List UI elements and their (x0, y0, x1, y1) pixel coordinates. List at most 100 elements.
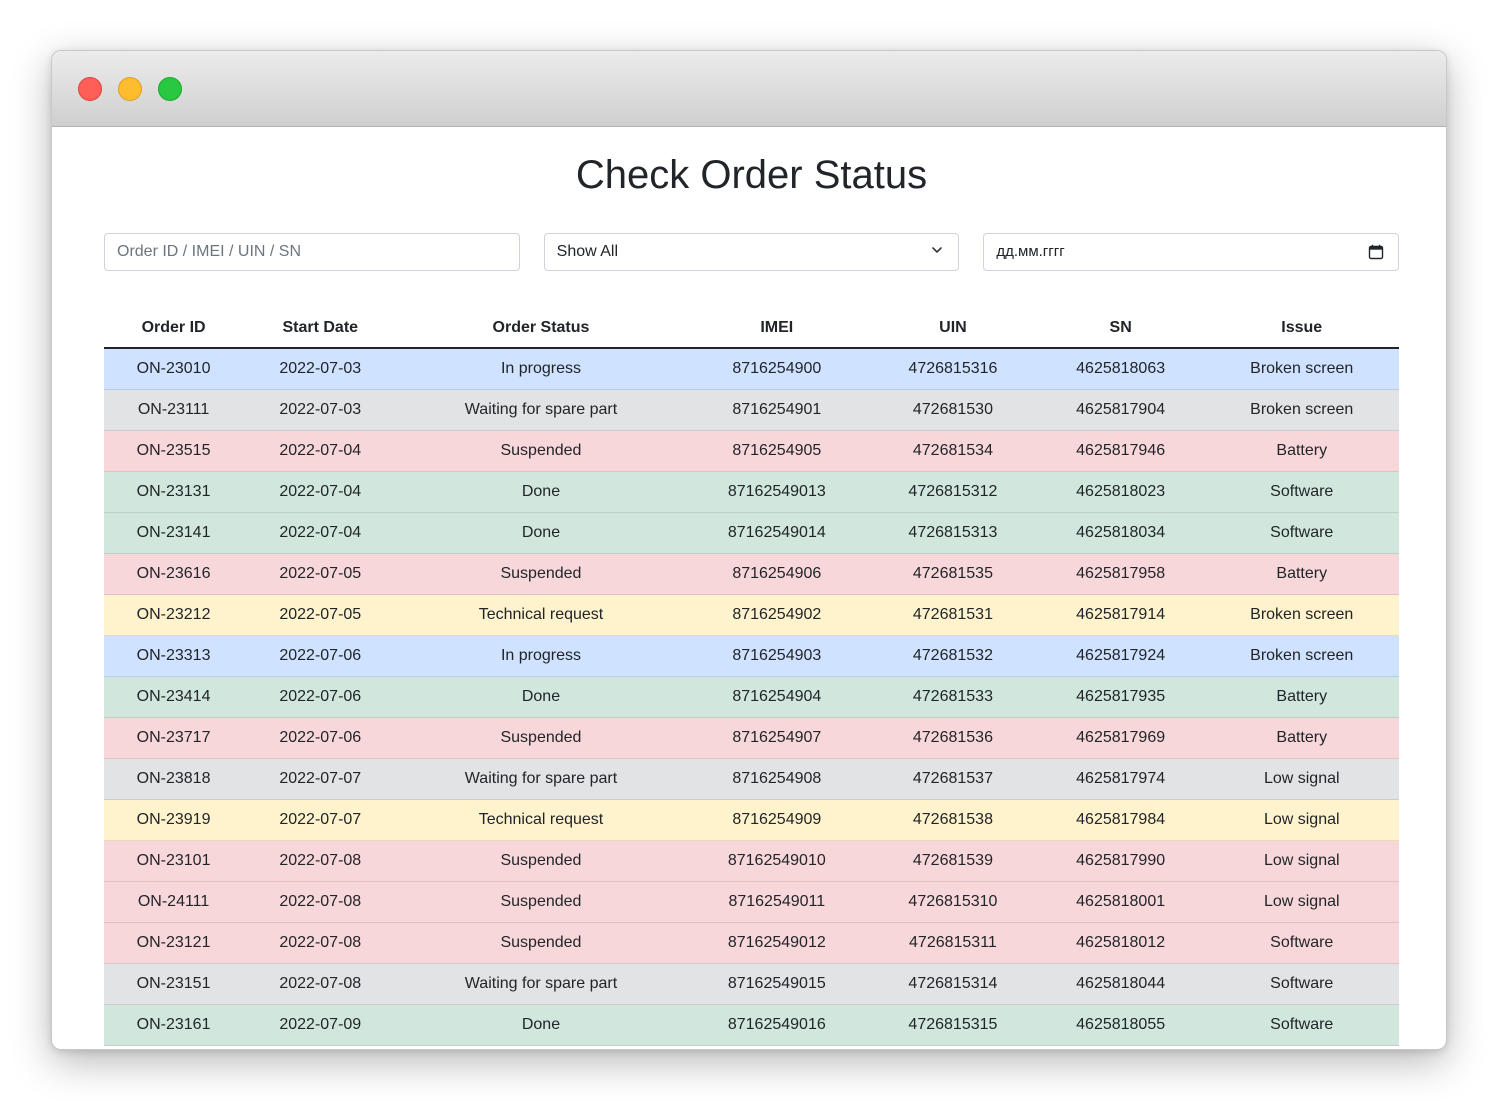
cell-sn: 4625818012 (1036, 922, 1205, 964)
table-row[interactable]: ON-23101 2022-07-08 Suspended 87162549010 47… (104, 840, 1399, 882)
filter-bar: Show All дд.мм.гггг (104, 233, 1400, 271)
cell-start-date: 2022-07-07 (243, 799, 398, 841)
search-input[interactable] (105, 234, 519, 270)
cell-sn: 4625817935 (1036, 676, 1205, 718)
cell-sn: 4625817924 (1036, 635, 1205, 677)
cell-order-status: Done (397, 512, 685, 554)
cell-imei: 8716254904 (684, 676, 870, 718)
table-row[interactable]: ON-23121 2022-07-08 Suspended 87162549012 47… (104, 922, 1399, 964)
table-body: ON-23010 2022-07-03 In progress 8716254900 4… (104, 348, 1399, 1046)
chevron-down-icon (932, 247, 943, 253)
cell-imei: 8716254907 (684, 717, 870, 759)
cell-order-status: Technical request (397, 594, 685, 636)
cell-start-date: 2022-07-06 (243, 676, 398, 718)
cell-order-id: ON-23131 (104, 471, 244, 513)
cell-imei: 8716254908 (684, 758, 870, 800)
cell-sn: 4625818034 (1036, 512, 1205, 554)
page-content: Check Order Status Show All дд.мм.гггг (52, 151, 1446, 1046)
cell-issue: Battery (1204, 676, 1399, 718)
cell-issue: Software (1204, 922, 1399, 964)
table-row[interactable]: ON-23414 2022-07-06 Done 8716254904 47268153… (104, 676, 1399, 718)
cell-start-date: 2022-07-03 (243, 348, 398, 390)
cell-issue: Battery (1204, 717, 1399, 759)
table-row[interactable]: ON-23515 2022-07-04 Suspended 8716254905 472… (104, 430, 1399, 472)
cell-start-date: 2022-07-05 (243, 594, 398, 636)
table-row[interactable]: ON-23151 2022-07-08 Waiting for spare part… (104, 963, 1399, 1005)
table-row[interactable]: ON-23141 2022-07-04 Done 87162549014 4726815… (104, 512, 1399, 554)
table-row[interactable]: ON-23919 2022-07-07 Technical request 87162… (104, 799, 1399, 841)
cell-order-status: Done (397, 1004, 685, 1046)
cell-order-status: Waiting for spare part (397, 758, 685, 800)
cell-imei: 87162549014 (684, 512, 870, 554)
cell-uin: 472681532 (869, 635, 1037, 677)
table-row[interactable]: ON-23313 2022-07-06 In progress 8716254903 4… (104, 635, 1399, 677)
table-row[interactable]: ON-23111 2022-07-03 Waiting for spare part… (104, 389, 1399, 431)
cell-order-id: ON-23515 (104, 430, 244, 472)
cell-uin: 4726815310 (869, 881, 1037, 923)
column-header-sn: SN (1036, 308, 1205, 349)
cell-uin: 472681536 (869, 717, 1037, 759)
column-header-issue: Issue (1204, 308, 1399, 349)
cell-imei: 8716254905 (684, 430, 870, 472)
maximize-window-button[interactable] (158, 77, 182, 101)
cell-sn: 4625818055 (1036, 1004, 1205, 1046)
cell-start-date: 2022-07-03 (243, 389, 398, 431)
cell-sn: 4625817958 (1036, 553, 1205, 595)
table-row[interactable]: ON-23010 2022-07-03 In progress 8716254900 4… (104, 348, 1399, 390)
cell-imei: 87162549013 (684, 471, 870, 513)
calendar-icon[interactable] (1368, 244, 1384, 260)
cell-order-status: Suspended (397, 553, 685, 595)
cell-sn: 4625818044 (1036, 963, 1205, 1005)
cell-order-id: ON-23414 (104, 676, 244, 718)
cell-issue: Broken screen (1204, 635, 1399, 677)
date-field[interactable]: дд.мм.гггг (983, 233, 1400, 271)
status-select[interactable]: Show All (543, 233, 960, 271)
cell-imei: 8716254906 (684, 553, 870, 595)
orders-table: Order ID Start Date Order Status IMEI UIN SN I… (104, 308, 1399, 1046)
cell-start-date: 2022-07-04 (243, 430, 398, 472)
cell-order-status: Done (397, 471, 685, 513)
cell-uin: 472681535 (869, 553, 1037, 595)
cell-issue: Broken screen (1204, 348, 1399, 390)
cell-uin: 4726815313 (869, 512, 1037, 554)
table-row[interactable]: ON-23717 2022-07-06 Suspended 8716254907 472… (104, 717, 1399, 759)
cell-sn: 4625818063 (1036, 348, 1205, 390)
page-title: Check Order Status (575, 153, 928, 197)
cell-uin: 472681531 (869, 594, 1037, 636)
column-header-imei: IMEI (684, 308, 870, 349)
cell-start-date: 2022-07-09 (243, 1004, 398, 1046)
cell-start-date: 2022-07-08 (243, 963, 398, 1005)
minimize-window-button[interactable] (118, 77, 142, 101)
cell-imei: 8716254902 (684, 594, 870, 636)
cell-order-status: Waiting for spare part (397, 389, 685, 431)
cell-order-id: ON-23010 (104, 348, 244, 390)
cell-imei: 8716254901 (684, 389, 870, 431)
close-window-button[interactable] (78, 77, 102, 101)
cell-sn: 4625817946 (1036, 430, 1205, 472)
table-row[interactable]: ON-24111 2022-07-08 Suspended 87162549011 47… (104, 881, 1399, 923)
table-row[interactable]: ON-23161 2022-07-09 Done 87162549016 4726815… (104, 1004, 1399, 1046)
cell-start-date: 2022-07-05 (243, 553, 398, 595)
cell-order-status: Technical request (397, 799, 685, 841)
cell-uin: 472681533 (869, 676, 1037, 718)
cell-order-id: ON-23313 (104, 635, 244, 677)
browser-window: Check Order Status Show All дд.мм.гггг (51, 50, 1447, 1050)
cell-uin: 4726815314 (869, 963, 1037, 1005)
cell-order-id: ON-23212 (104, 594, 244, 636)
table-row[interactable]: ON-23212 2022-07-05 Technical request 87162… (104, 594, 1399, 636)
cell-issue: Battery (1204, 553, 1399, 595)
cell-start-date: 2022-07-08 (243, 922, 398, 964)
cell-order-id: ON-23818 (104, 758, 244, 800)
table-row[interactable]: ON-23131 2022-07-04 Done 87162549013 4726815… (104, 471, 1399, 513)
cell-uin: 4726815315 (869, 1004, 1037, 1046)
cell-order-id: ON-24111 (104, 881, 244, 923)
status-select-value: Show All (556, 243, 619, 260)
cell-start-date: 2022-07-08 (243, 840, 398, 882)
table-row[interactable]: ON-23818 2022-07-07 Waiting for spare part… (104, 758, 1399, 800)
cell-imei: 87162549011 (684, 881, 870, 923)
table-row[interactable]: ON-23616 2022-07-05 Suspended 8716254906 472… (104, 553, 1399, 595)
column-header-order-id: Order ID (104, 308, 244, 349)
cell-imei: 8716254909 (684, 799, 870, 841)
cell-start-date: 2022-07-06 (243, 635, 398, 677)
cell-issue: Broken screen (1204, 594, 1399, 636)
